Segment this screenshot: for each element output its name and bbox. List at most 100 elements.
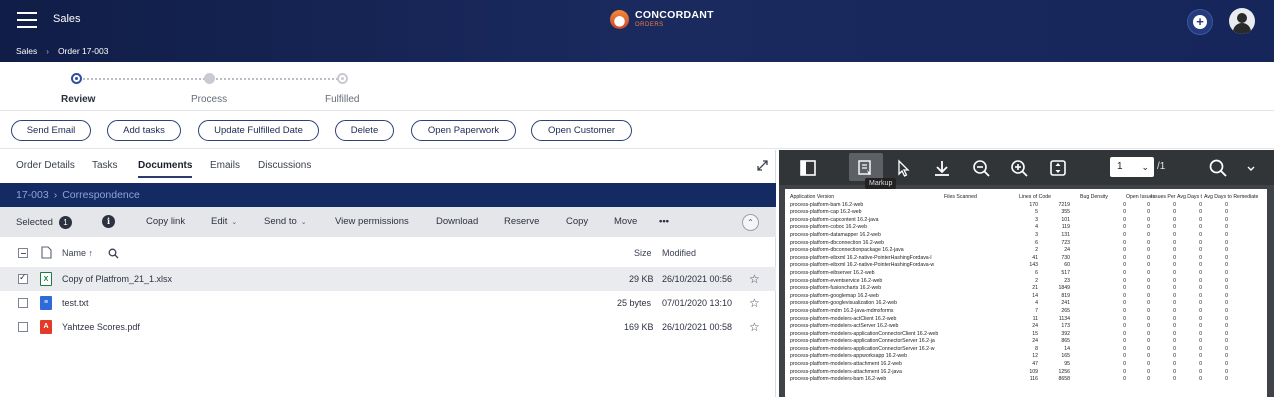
pdf-table-cell: 0	[1199, 201, 1202, 208]
expand-icon[interactable]	[757, 160, 768, 171]
pdf-table-cell: process-platform-bam 16.2-web	[790, 201, 864, 208]
step-review-dot[interactable]	[71, 73, 82, 84]
chevron-down-icon[interactable]	[1241, 158, 1261, 178]
pdf-table-cell: 0	[1173, 247, 1176, 254]
pdf-table-cell: 0	[1123, 269, 1126, 276]
send-to-menu-button[interactable]: Send to ⌄	[264, 216, 307, 227]
download-icon[interactable]	[932, 158, 952, 178]
column-size-header[interactable]: Size	[634, 248, 652, 258]
selected-indicator: Selected 1	[16, 216, 72, 229]
info-icon[interactable]: i	[102, 215, 115, 228]
pdf-table-cell: 0	[1173, 300, 1176, 307]
folder-crumb-current: Correspondence	[62, 189, 140, 201]
search-icon[interactable]	[108, 248, 119, 259]
pdf-table-cell: 1849	[1058, 285, 1070, 292]
markup-icon[interactable]	[855, 158, 875, 178]
move-button[interactable]: Move	[614, 216, 637, 227]
pdf-table: Application Version Files Scanned Lines …	[790, 194, 1266, 384]
zoom-out-icon[interactable]	[971, 158, 991, 178]
tab-emails[interactable]: Emails	[210, 160, 240, 171]
pdf-table-cell: process-platform-modelers-actServer 16.2…	[790, 323, 899, 330]
step-process-dot[interactable]	[204, 73, 215, 84]
pdf-table-cell: 0	[1225, 345, 1228, 352]
pointer-icon[interactable]	[893, 158, 913, 178]
tab-documents[interactable]: Documents	[138, 160, 193, 178]
pdf-table-cell: 0	[1123, 216, 1126, 223]
pdf-table-cell: 0	[1123, 231, 1126, 238]
pdf-table-cell: 0	[1199, 330, 1202, 337]
open-paperwork-button[interactable]: Open Paperwork	[411, 120, 516, 141]
user-avatar[interactable]	[1229, 8, 1255, 34]
pdf-table-cell: 0	[1123, 300, 1126, 307]
add-button[interactable]: +	[1187, 9, 1213, 35]
send-email-button[interactable]: Send Email	[11, 120, 91, 141]
pdf-table-cell: process-platform-capcontent 16.2-java	[790, 216, 879, 223]
delete-button[interactable]: Delete	[335, 120, 394, 141]
select-all-checkbox[interactable]	[18, 248, 28, 258]
chevron-right-icon: ›	[46, 46, 49, 56]
pdf-table-row: process-platform-dbconnectionpackage 16.…	[790, 247, 1266, 255]
pdf-table-cell: 0	[1225, 216, 1228, 223]
pdf-table-cell: 0	[1199, 292, 1202, 299]
breadcrumb-sales[interactable]: Sales	[16, 46, 37, 56]
file-row[interactable]: X Copy of Platfrom_21_1.xlsx 29 KB 26/10…	[0, 267, 776, 291]
add-tasks-button[interactable]: Add tasks	[107, 120, 181, 141]
view-permissions-button[interactable]: View permissions	[335, 216, 409, 227]
pdf-table-cell: 0	[1123, 330, 1126, 337]
pdf-table-cell: 355	[1061, 209, 1070, 216]
update-fulfilled-date-button[interactable]: Update Fulfilled Date	[198, 120, 319, 141]
tab-tasks[interactable]: Tasks	[92, 160, 118, 171]
edit-label: Edit	[211, 216, 228, 227]
star-icon[interactable]: ☆	[749, 272, 760, 286]
folder-crumb-order[interactable]: 17-003	[16, 189, 49, 201]
pdf-table-cell: process-platform-modelers-applicationCon…	[790, 330, 939, 337]
hamburger-menu-icon[interactable]	[17, 12, 37, 28]
pdf-table-cell: 0	[1173, 269, 1176, 276]
pdf-table-cell: 0	[1199, 323, 1202, 330]
search-icon[interactable]	[1208, 158, 1228, 178]
download-button[interactable]: Download	[436, 216, 478, 227]
star-icon[interactable]: ☆	[749, 320, 760, 334]
page-number-select[interactable]: 1 ⌄	[1110, 157, 1154, 177]
pdf-table-row: process-platform-modelers-appworksapp 16…	[790, 353, 1266, 361]
fit-page-icon[interactable]	[1048, 158, 1068, 178]
pdf-table-cell: 3	[1035, 231, 1038, 238]
pdf-table-row: process-platform-eventservice 16.2-web 2 2…	[790, 278, 1266, 286]
tab-order-details[interactable]: Order Details	[16, 160, 75, 171]
pdf-table-cell: 0	[1199, 254, 1202, 261]
pdf-table-cell: 5	[1035, 209, 1038, 216]
pdf-table-cell: 24	[1032, 338, 1038, 345]
row-checkbox[interactable]	[18, 322, 28, 332]
file-name[interactable]: Yahtzee Scores.pdf	[62, 322, 140, 332]
pdf-table-cell: 392	[1061, 330, 1070, 337]
file-name[interactable]: Copy of Platfrom_21_1.xlsx	[62, 274, 172, 284]
file-name[interactable]: test.txt	[62, 298, 89, 308]
step-review-label: Review	[61, 94, 96, 105]
column-name-header[interactable]: Name ↑	[62, 248, 93, 258]
tab-discussions[interactable]: Discussions	[258, 160, 311, 171]
pdf-table-cell: 0	[1147, 201, 1150, 208]
sidebar-toggle-icon[interactable]	[798, 158, 818, 178]
reserve-button[interactable]: Reserve	[504, 216, 539, 227]
pdf-table-cell: 0	[1123, 277, 1126, 284]
row-checkbox[interactable]	[18, 272, 28, 284]
step-fulfilled-dot[interactable]	[337, 73, 348, 84]
edit-menu-button[interactable]: Edit ⌄	[211, 216, 237, 227]
pdf-header-cell: Issues Per	[1151, 194, 1176, 200]
column-modified-header[interactable]: Modified	[662, 248, 696, 258]
pdf-table-row: process-platform-eibserver 16.2-web 6 517 0…	[790, 270, 1266, 278]
open-customer-button[interactable]: Open Customer	[531, 120, 632, 141]
file-row[interactable]: ≡ test.txt 25 bytes 07/01/2020 13:10 ☆	[0, 291, 776, 315]
copy-link-button[interactable]: Copy link	[146, 216, 185, 227]
copy-button[interactable]: Copy	[566, 216, 588, 227]
more-options-icon[interactable]: •••	[659, 216, 669, 227]
pdf-table-cell: 0	[1199, 300, 1202, 307]
collapse-up-icon[interactable]: ⌃	[742, 214, 759, 231]
file-row[interactable]: A Yahtzee Scores.pdf 169 KB 26/10/2021 0…	[0, 315, 776, 339]
pdf-table-cell: process-platform-eibxml 16.2-native-Poin…	[790, 262, 935, 269]
star-icon[interactable]: ☆	[749, 296, 760, 310]
pdf-table-cell: 0	[1123, 323, 1126, 330]
zoom-in-icon[interactable]	[1009, 158, 1029, 178]
pdf-table-cell: 0	[1123, 262, 1126, 269]
row-checkbox[interactable]	[18, 298, 28, 308]
